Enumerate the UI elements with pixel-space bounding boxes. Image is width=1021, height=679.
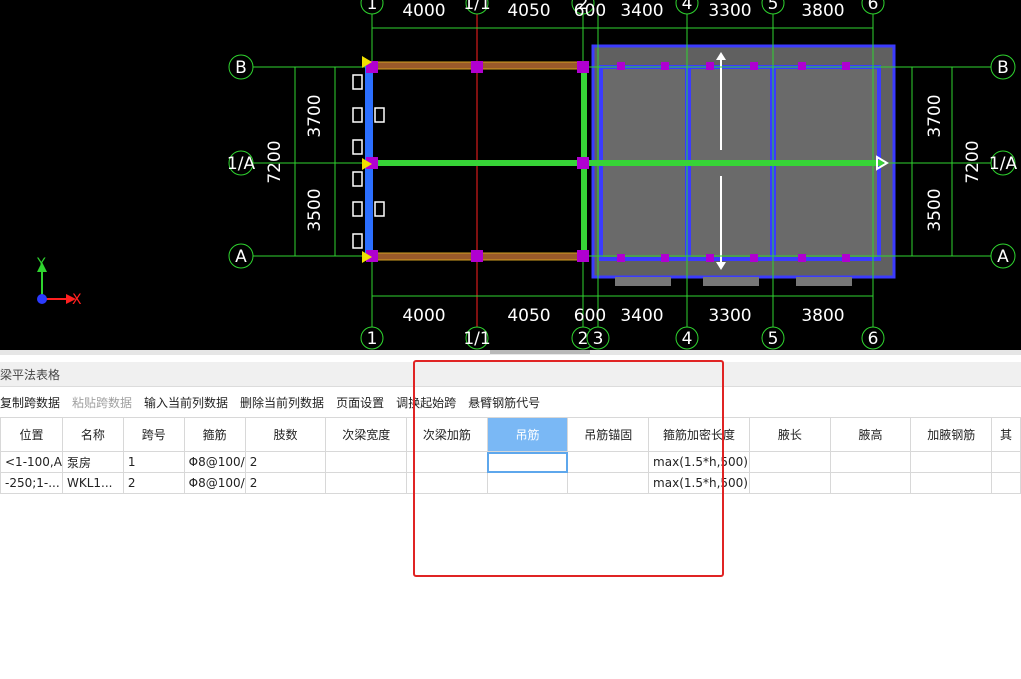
table-cell[interactable] <box>910 472 993 494</box>
axis-label-bottom: 3 <box>593 329 604 349</box>
dimension-side: 3500 <box>305 188 325 231</box>
table-cell[interactable]: Φ8@100/ <box>183 451 246 473</box>
column-header[interactable]: 位置 <box>0 417 63 452</box>
dimension-bottom: 600 <box>574 306 606 326</box>
dimension-top: 3300 <box>708 1 751 21</box>
table-cell[interactable]: 2 <box>244 472 327 494</box>
axis-label-bottom: 6 <box>868 329 879 349</box>
axis-label-side: 1/A <box>227 154 256 174</box>
table-cell[interactable] <box>749 451 831 473</box>
table-cell[interactable] <box>829 472 912 494</box>
table-cell[interactable]: WKL1... <box>61 472 124 494</box>
dimension-top: 4000 <box>402 1 445 21</box>
toolbar-button-4[interactable]: 页面设置 <box>336 394 390 411</box>
table-cell[interactable]: 1 <box>122 451 185 473</box>
dimension-side: 3700 <box>925 94 945 137</box>
cad-drawing-canvas[interactable]: Y X 1 1/1 2 4 5 6 1 1/1 2 3 4 5 6 B B 1/A 1/A A A 4000 4050 6… <box>0 0 1021 350</box>
table-cell[interactable]: 2 <box>244 451 327 473</box>
table-cell[interactable] <box>749 472 831 494</box>
axis-label-bottom: 4 <box>682 329 693 349</box>
column-header[interactable]: 肢数 <box>244 417 327 452</box>
toolbar-button-0[interactable]: 复制跨数据 <box>0 394 66 411</box>
table-cell[interactable]: 泵房 <box>61 451 124 473</box>
column-header[interactable]: 箍筋 <box>183 417 246 452</box>
axis-label-top: 6 <box>868 0 879 14</box>
splitter-grip[interactable] <box>490 350 590 354</box>
dimension-bottom: 4050 <box>507 306 550 326</box>
column-header[interactable]: 腋长 <box>749 417 831 452</box>
column-header[interactable]: 名称 <box>61 417 124 452</box>
toolbar-button-2[interactable]: 输入当前列数据 <box>144 394 234 411</box>
coord-y-label: Y <box>36 256 46 272</box>
axis-label-side: 1/A <box>989 154 1018 174</box>
dimension-side: 3500 <box>925 188 945 231</box>
table-cell[interactable] <box>325 472 408 494</box>
axis-label-bottom: 1/1 <box>463 329 490 349</box>
dimension-side-total: 7200 <box>265 140 285 183</box>
column-header[interactable]: 次梁宽度 <box>325 417 408 452</box>
table-cell[interactable]: Φ8@100/ <box>183 472 246 494</box>
panel-title: 梁平法表格 <box>0 368 61 382</box>
dimension-top: 4050 <box>507 1 550 21</box>
axis-label-top: 4 <box>682 0 693 14</box>
table-cell[interactable] <box>829 451 912 473</box>
axis-label-bottom: 1 <box>367 329 378 349</box>
column-header[interactable]: 加腋钢筋 <box>910 417 993 452</box>
table-cell[interactable]: 2 <box>122 472 185 494</box>
table-cell[interactable] <box>325 451 408 473</box>
column-header[interactable]: 腋高 <box>829 417 912 452</box>
toolbar-button-3[interactable]: 删除当前列数据 <box>240 394 330 411</box>
dimension-bottom: 4000 <box>402 306 445 326</box>
table-cell[interactable]: <1-100,A <box>0 451 63 473</box>
axis-label-side: A <box>997 247 1009 267</box>
coord-x-label: X <box>72 292 82 308</box>
table-cell[interactable] <box>910 451 993 473</box>
highlight-annotation-box <box>413 360 724 577</box>
dimension-top: 600 <box>574 1 606 21</box>
axis-label-side: B <box>235 58 247 78</box>
axis-label-top: 1/1 <box>463 0 490 14</box>
dimension-bottom: 3300 <box>708 306 751 326</box>
dimension-bottom: 3800 <box>801 306 844 326</box>
dimension-side: 3700 <box>305 94 325 137</box>
dimension-bottom: 3400 <box>620 306 663 326</box>
axis-label-top: 1 <box>367 0 378 14</box>
dimension-top: 3800 <box>801 1 844 21</box>
toolbar-button-1[interactable]: 粘贴跨数据 <box>72 394 138 411</box>
axis-label-bottom: 5 <box>768 329 779 349</box>
table-cell[interactable] <box>991 472 1021 494</box>
table-cell[interactable]: -250;1-... <box>0 472 63 494</box>
dimension-top: 3400 <box>620 1 663 21</box>
column-header[interactable]: 其 <box>991 417 1021 452</box>
dimension-side-total: 7200 <box>963 140 983 183</box>
column-header[interactable]: 跨号 <box>122 417 185 452</box>
axis-label-top: 5 <box>768 0 779 14</box>
table-cell[interactable] <box>991 451 1021 473</box>
axis-label-side: A <box>235 247 247 267</box>
axis-label-side: B <box>997 58 1009 78</box>
